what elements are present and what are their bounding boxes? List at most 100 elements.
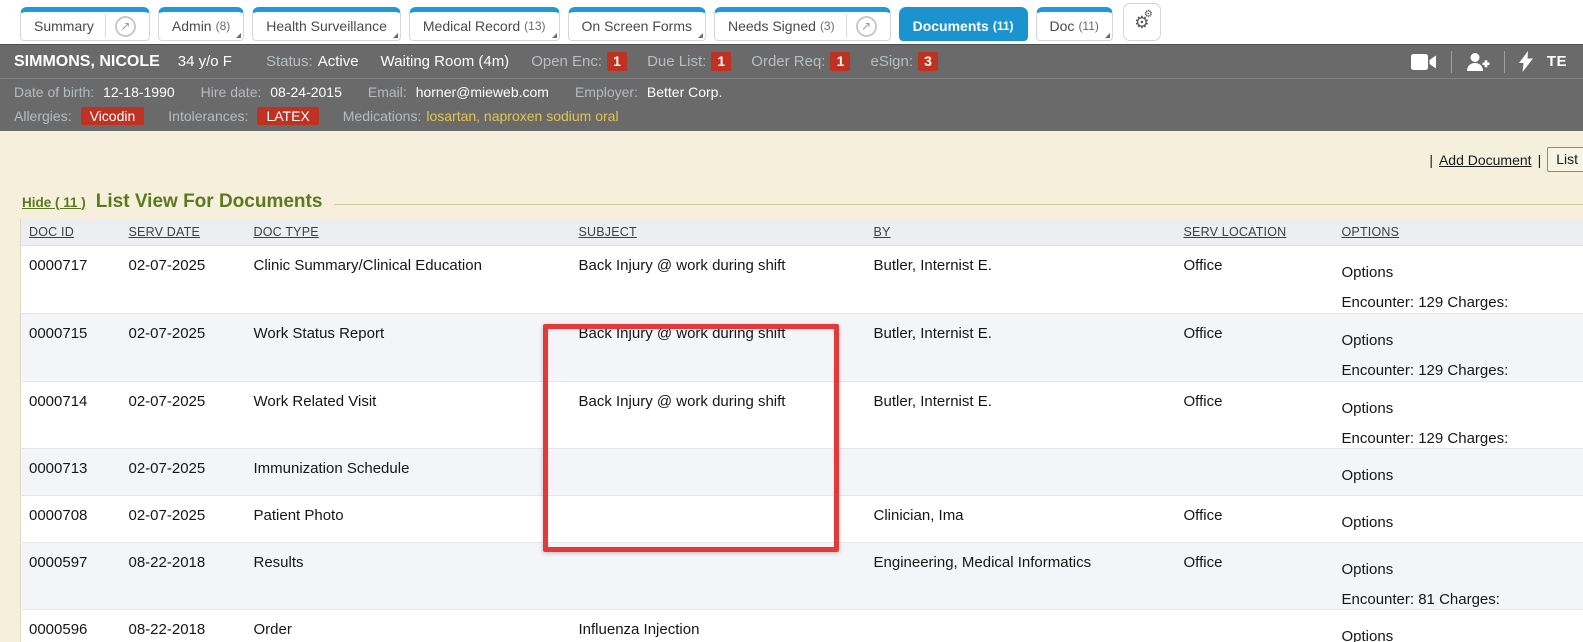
due-list-badge[interactable]: 1 — [711, 52, 731, 71]
serv-location-cell: Office — [1176, 495, 1334, 542]
video-camera-icon[interactable] — [1411, 53, 1437, 71]
esign-badge[interactable]: 3 — [918, 52, 938, 71]
doc-id-cell: 0000713 — [21, 448, 121, 495]
encounter-info[interactable]: Encounter: 81 Charges: — [1342, 591, 1578, 608]
dob-label: Date of birth: — [14, 84, 94, 100]
order-req-counter[interactable]: Order Req: 1 — [751, 52, 850, 71]
options-link[interactable]: Options — [1342, 467, 1578, 484]
open-enc-label: Open Enc: — [531, 53, 602, 70]
icon-divider — [1504, 51, 1505, 73]
doc-id-cell: 0000596 — [21, 609, 121, 642]
hire-date-value: 08-24-2015 — [270, 84, 342, 100]
employer-pair: Employer: Better Corp. — [575, 84, 722, 100]
sort-options[interactable]: OPTIONS — [1342, 225, 1400, 239]
settings-button[interactable]: ⚙ ⚙ — [1123, 3, 1161, 41]
documents-content: | Add Document | List Hide ( 11 ) List V… — [0, 131, 1583, 642]
popout-icon[interactable]: ↗ — [115, 16, 136, 37]
serv-date-cell: 08-22-2018 — [121, 609, 246, 642]
sort-serv-date[interactable]: SERV DATE — [129, 225, 201, 239]
hide-link[interactable]: Hide ( 11 ) — [22, 195, 86, 210]
tab-needs-signed[interactable]: Needs Signed (3) ↗ — [714, 7, 891, 41]
serv-location-cell — [1176, 609, 1334, 642]
allergy-badge[interactable]: Vicodin — [81, 107, 145, 125]
hire-date-pair: Hire date: 08-24-2015 — [201, 84, 342, 100]
tab-admin[interactable]: Admin (8) — [158, 7, 244, 41]
table-row[interactable]: 0000717 02-07-2025 Clinic Summary/Clinic… — [21, 245, 1583, 313]
sort-by[interactable]: BY — [874, 225, 891, 239]
doc-type-cell: Clinic Summary/Clinical Education — [246, 245, 571, 313]
tab-medical-record[interactable]: Medical Record (13) — [409, 7, 560, 41]
medications-links[interactable]: losartan, naproxen sodium oral — [426, 108, 618, 124]
order-req-label: Order Req: — [751, 53, 825, 70]
serv-location-cell — [1176, 448, 1334, 495]
options-link[interactable]: Options — [1342, 561, 1578, 578]
separator: | — [1429, 152, 1433, 168]
email-label: Email: — [368, 84, 407, 100]
serv-location-cell: Office — [1176, 313, 1334, 381]
serv-date-cell: 02-07-2025 — [121, 448, 246, 495]
email-value: horner@mieweb.com — [416, 84, 549, 100]
table-row[interactable]: 0000708 02-07-2025 Patient Photo Clinici… — [21, 495, 1583, 542]
allergies-label: Allergies: — [14, 108, 72, 124]
sort-doc-type[interactable]: DOC TYPE — [254, 225, 319, 239]
encounter-info[interactable]: Encounter: 129 Charges: — [1342, 362, 1578, 379]
tab-doc[interactable]: Doc (11) — [1036, 7, 1113, 41]
subject-cell — [571, 448, 866, 495]
doc-id-cell: 0000715 — [21, 313, 121, 381]
order-req-badge[interactable]: 1 — [830, 52, 850, 71]
add-document-link[interactable]: Add Document — [1439, 152, 1532, 168]
sort-subject[interactable]: SUBJECT — [579, 225, 637, 239]
doc-id-cell: 0000717 — [21, 245, 121, 313]
patient-age-sex: 34 y/o F — [178, 53, 232, 70]
due-list-counter[interactable]: Due List: 1 — [647, 52, 731, 71]
encounter-info[interactable]: Encounter: 129 Charges: — [1342, 430, 1578, 447]
patient-name[interactable]: SIMMONS, NICOLE — [14, 53, 160, 71]
options-cell: Options — [1334, 448, 1583, 495]
by-cell — [866, 609, 1176, 642]
serv-date-cell: 08-22-2018 — [121, 542, 246, 609]
table-row[interactable]: 0000596 08-22-2018 Order Influenza Injec… — [21, 609, 1583, 642]
subject-cell: Back Injury @ work during shift — [571, 313, 866, 381]
table-row[interactable]: 0000715 02-07-2025 Work Status Report Ba… — [21, 313, 1583, 381]
open-enc-counter[interactable]: Open Enc: 1 — [531, 52, 627, 71]
options-link[interactable]: Options — [1342, 628, 1578, 642]
icon-divider — [1451, 51, 1452, 73]
by-cell: Butler, Internist E. — [866, 381, 1176, 448]
sort-doc-id[interactable]: DOC ID — [29, 225, 74, 239]
tab-health-surveillance[interactable]: Health Surveillance — [252, 7, 401, 41]
list-button[interactable]: List — [1547, 147, 1583, 172]
options-link[interactable]: Options — [1342, 514, 1578, 531]
encounter-info[interactable]: Encounter: 129 Charges: — [1342, 294, 1578, 311]
page-title: List View For Documents — [96, 191, 323, 213]
tab-divider — [105, 14, 106, 38]
lightning-bolt-icon[interactable] — [1519, 51, 1533, 72]
options-link[interactable]: Options — [1342, 332, 1578, 349]
tab-on-screen-forms[interactable]: On Screen Forms — [568, 7, 706, 41]
esign-counter[interactable]: eSign: 3 — [870, 52, 938, 71]
tab-divider — [846, 14, 847, 38]
tab-needs-signed-count: (3) — [820, 19, 835, 33]
intolerance-badge[interactable]: LATEX — [257, 107, 318, 125]
table-row[interactable]: 0000714 02-07-2025 Work Related Visit Ba… — [21, 381, 1583, 448]
tab-medical-record-label: Medical Record — [423, 18, 520, 34]
tab-needs-signed-label: Needs Signed — [728, 18, 816, 34]
add-person-icon[interactable] — [1466, 52, 1490, 72]
sort-serv-location[interactable]: SERV LOCATION — [1184, 225, 1287, 239]
tab-medical-record-count: (13) — [524, 19, 545, 33]
by-cell: Clinician, Ima — [866, 495, 1176, 542]
dropdown-corner-icon — [236, 33, 241, 38]
patient-status-row: SIMMONS, NICOLE 34 y/o F Status: Active … — [0, 45, 1583, 79]
options-cell: Options — [1334, 495, 1583, 542]
tab-documents[interactable]: Documents (11) — [899, 7, 1028, 41]
doc-type-cell: Work Status Report — [246, 313, 571, 381]
tab-summary[interactable]: Summary ↗ — [20, 7, 150, 41]
table-row[interactable]: 0000713 02-07-2025 Immunization Schedule… — [21, 448, 1583, 495]
table-header-row: DOC ID SERV DATE DOC TYPE SUBJECT BY SER… — [21, 219, 1583, 245]
options-link[interactable]: Options — [1342, 400, 1578, 417]
table-row[interactable]: 0000597 08-22-2018 Results Engineering, … — [21, 542, 1583, 609]
options-link[interactable]: Options — [1342, 264, 1578, 281]
doc-id-cell: 0000597 — [21, 542, 121, 609]
open-enc-badge[interactable]: 1 — [607, 52, 627, 71]
tab-documents-label: Documents — [913, 18, 989, 34]
popout-icon[interactable]: ↗ — [856, 16, 877, 37]
